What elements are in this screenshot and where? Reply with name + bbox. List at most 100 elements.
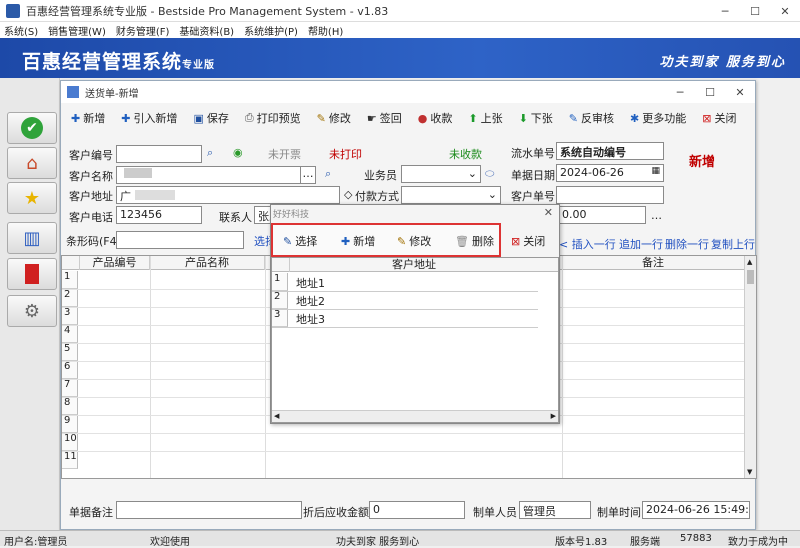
plus-icon: ✚ bbox=[341, 234, 351, 248]
collect-button[interactable]: ● 收款 bbox=[418, 110, 453, 126]
scroll-right-icon[interactable]: ▶ bbox=[551, 412, 556, 420]
address-cell[interactable]: 地址2 bbox=[296, 293, 325, 309]
banner-slogan: 功夫到家 服务到心 bbox=[659, 55, 786, 70]
append-row-link[interactable]: 追加一行 bbox=[619, 236, 663, 252]
new-button[interactable]: ✚ 新增 bbox=[71, 110, 105, 126]
delete-row-link[interactable]: 删除一行 bbox=[665, 236, 709, 252]
form-title: 送货单-新增 bbox=[85, 88, 139, 100]
sidebar-check-button[interactable]: ✔ bbox=[7, 112, 57, 144]
search-icon[interactable]: ⌕ bbox=[325, 167, 331, 181]
address-cell[interactable]: 地址1 bbox=[296, 275, 325, 291]
col-customer-address[interactable]: 客户地址 bbox=[290, 258, 538, 272]
sidebar-book-button[interactable] bbox=[7, 258, 57, 290]
sidebar-books-button[interactable]: ▥ bbox=[7, 222, 57, 254]
dialog-edit-button[interactable]: ✎ 修改 bbox=[397, 233, 431, 249]
eraser-icon[interactable]: ⬭ bbox=[485, 167, 494, 181]
print-preview-button[interactable]: ⎙ 打印预览 bbox=[245, 110, 301, 126]
customer-name-browse-button[interactable]: … bbox=[300, 166, 316, 184]
doc-date-picker[interactable]: 2024-06-26 ▦ bbox=[556, 164, 664, 182]
row-number: 11 bbox=[62, 451, 78, 469]
edit-button[interactable]: ✎ 修改 bbox=[317, 110, 351, 126]
dialog-close-icon[interactable]: ✕ bbox=[544, 206, 553, 219]
dialog-new-button[interactable]: ✚ 新增 bbox=[341, 233, 375, 249]
copy-row-link[interactable]: 复制上行 bbox=[711, 236, 755, 252]
serial-no-input[interactable]: 系统自动编号 bbox=[556, 142, 664, 160]
customer-doc-input[interactable] bbox=[556, 186, 664, 204]
menu-maintenance[interactable]: 系统维护(P) bbox=[244, 23, 298, 38]
menu-sales[interactable]: 销售管理(W) bbox=[48, 23, 106, 38]
undo-icon: ✎ bbox=[568, 111, 579, 125]
menu-system[interactable]: 系统(S) bbox=[4, 23, 38, 38]
scroll-left-icon[interactable]: ◀ bbox=[274, 412, 279, 420]
discount-amount-input[interactable]: 0 bbox=[369, 501, 465, 519]
arrow-up-icon: ⬆ bbox=[468, 111, 478, 125]
dialog-hscrollbar[interactable]: ◀ ▶ bbox=[272, 410, 558, 422]
unaudit-button[interactable]: ✎ 反审核 bbox=[569, 110, 614, 126]
menu-help[interactable]: 帮助(H) bbox=[308, 23, 343, 38]
refresh-icon[interactable]: ◉ bbox=[233, 146, 243, 159]
customer-name-input[interactable] bbox=[116, 166, 316, 184]
make-time-input[interactable]: 2024-06-26 15:49:38 bbox=[642, 501, 750, 519]
sidebar-home-button[interactable]: ⌂ bbox=[7, 147, 57, 179]
customer-addr-input[interactable]: 广 bbox=[116, 186, 340, 204]
dialog-delete-button[interactable]: 🗑 删除 bbox=[455, 233, 494, 249]
customer-doc-label: 客户单号 bbox=[511, 190, 555, 203]
app-icon bbox=[6, 3, 20, 18]
salesman-select[interactable]: ⌄ bbox=[401, 165, 481, 183]
row-number: 2 bbox=[62, 289, 78, 307]
prev-button[interactable]: ⬆ 上张 bbox=[468, 110, 502, 126]
maker-input[interactable]: 管理员 bbox=[519, 501, 591, 519]
dialog-close-button[interactable]: ⊠ 关闭 bbox=[511, 233, 545, 249]
amount-input[interactable]: 0.00 bbox=[558, 206, 646, 224]
more-dots-button[interactable]: … bbox=[651, 209, 662, 222]
barcode-input[interactable] bbox=[116, 231, 244, 249]
menu-base-data[interactable]: 基础资料(B) bbox=[179, 23, 234, 38]
scroll-up-icon[interactable]: ▲ bbox=[747, 258, 752, 266]
chevron-down-icon: ⌄ bbox=[487, 188, 497, 201]
sidebar-favorite-button[interactable]: ★ bbox=[7, 182, 57, 214]
col-product-name[interactable]: 产品名称 bbox=[150, 256, 265, 270]
book-icon bbox=[25, 264, 39, 284]
contact-label: 联系人 bbox=[219, 211, 252, 224]
insert-row-link[interactable]: < 插入一行 bbox=[559, 236, 616, 252]
customer-no-input[interactable] bbox=[116, 145, 202, 163]
customer-phone-input[interactable]: 123456 bbox=[116, 206, 202, 224]
form-close-button[interactable]: ✕ bbox=[725, 81, 755, 103]
next-button[interactable]: ⬇ 下张 bbox=[519, 110, 553, 126]
scroll-down-icon[interactable]: ▼ bbox=[747, 468, 752, 476]
save-button[interactable]: ▣ 保存 bbox=[193, 110, 228, 126]
sign-icon: ☛ bbox=[366, 111, 377, 125]
arrow-down-icon: ⬇ bbox=[518, 111, 528, 125]
doc-date-label: 单据日期 bbox=[511, 169, 555, 182]
form-icon bbox=[67, 86, 79, 98]
minimize-button[interactable]: ─ bbox=[710, 0, 740, 22]
discount-amount-label: 折后应收金额 bbox=[303, 506, 369, 519]
search-icon[interactable]: ⌕ bbox=[207, 146, 213, 160]
col-remark[interactable]: 备注 bbox=[562, 256, 744, 270]
col-product-no[interactable]: 产品编号 bbox=[80, 256, 150, 270]
sign-back-button[interactable]: ☛ 签回 bbox=[367, 110, 402, 126]
scroll-thumb[interactable] bbox=[747, 270, 754, 284]
edit-icon: ✎ bbox=[397, 234, 407, 248]
row-number: 6 bbox=[62, 361, 78, 379]
more-button[interactable]: ✱ 更多功能 bbox=[630, 110, 686, 126]
remark-input[interactable] bbox=[116, 501, 302, 519]
new-status-flag: 新增 bbox=[689, 155, 716, 170]
gear-icon: ⚙ bbox=[23, 300, 41, 322]
close-button[interactable]: ✕ bbox=[770, 0, 800, 22]
pay-method-select[interactable]: ⌄ bbox=[401, 186, 501, 204]
printer-icon: ⎙ bbox=[244, 111, 254, 124]
row-number: 9 bbox=[62, 415, 78, 433]
sidebar-settings-button[interactable]: ⚙ bbox=[7, 295, 57, 327]
form-maximize-button[interactable]: ☐ bbox=[695, 81, 725, 103]
import-new-button[interactable]: ✚ 引入新增 bbox=[121, 110, 177, 126]
pay-method-label: 付款方式 bbox=[355, 190, 399, 203]
form-minimize-button[interactable]: ─ bbox=[665, 81, 695, 103]
dialog-select-button[interactable]: ✎ 选择 bbox=[283, 233, 317, 249]
sidebar: ✔ ⌂ ★ ▥ ⚙ bbox=[0, 78, 60, 530]
close-form-button[interactable]: ⊠ 关闭 bbox=[702, 110, 736, 126]
address-cell[interactable]: 地址3 bbox=[296, 311, 325, 327]
menu-finance[interactable]: 财务管理(F) bbox=[116, 23, 170, 38]
maximize-button[interactable]: ☐ bbox=[740, 0, 770, 22]
grid-scrollbar[interactable]: ▼ ▲ bbox=[744, 256, 756, 478]
